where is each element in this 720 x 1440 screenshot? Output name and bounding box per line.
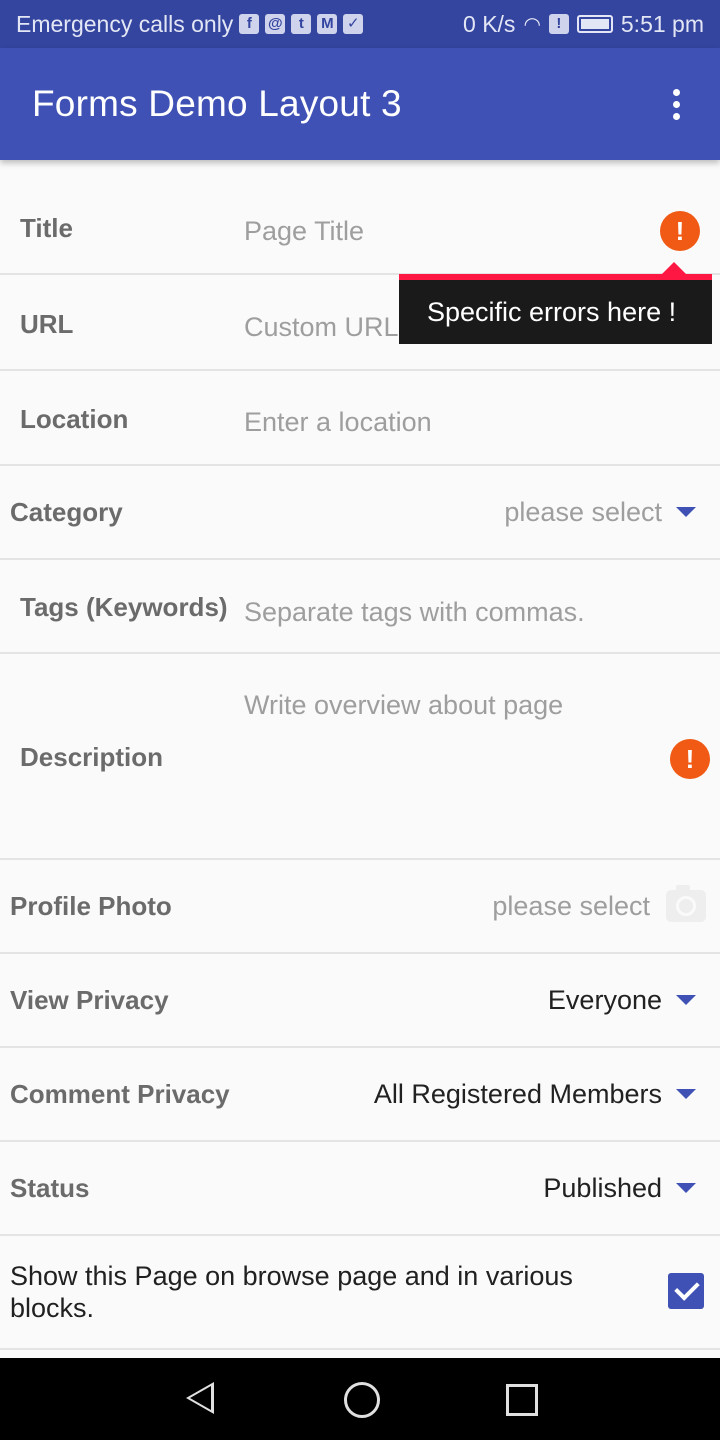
tags-row: Tags (Keywords) Separate tags with comma… xyxy=(0,560,720,654)
category-select[interactable]: please select xyxy=(504,497,662,528)
view-privacy-select[interactable]: Everyone xyxy=(548,985,662,1016)
location-row: Location Enter a location xyxy=(0,371,720,466)
wifi-icon: ◠ xyxy=(523,13,541,36)
app-icon: @ xyxy=(265,14,286,34)
twitter-icon: t xyxy=(291,14,312,34)
status-select[interactable]: Published xyxy=(543,1173,662,1204)
network-speed: 0 K/s xyxy=(463,10,516,37)
carrier-text: Emergency calls only xyxy=(16,10,234,37)
title-label: Title xyxy=(20,213,73,243)
status-label: Status xyxy=(10,1173,90,1203)
comment-privacy-label: Comment Privacy xyxy=(10,1079,230,1109)
clock: 5:51 pm xyxy=(620,10,704,37)
alert-icon: ! xyxy=(548,14,569,34)
tooltip-arrow xyxy=(662,262,686,274)
url-label: URL xyxy=(20,309,74,339)
error-icon[interactable]: ! xyxy=(670,739,710,779)
chevron-down-icon[interactable] xyxy=(676,995,696,1005)
description-row: Description Write overview about page ! xyxy=(0,654,720,860)
show-on-browse-label: Show this Page on browse page and in var… xyxy=(10,1261,573,1323)
comment-privacy-select[interactable]: All Registered Members xyxy=(374,1079,662,1110)
mail-icon: M xyxy=(317,14,338,34)
location-input[interactable]: Enter a location xyxy=(244,407,432,438)
description-input[interactable]: Write overview about page xyxy=(244,690,563,721)
profile-photo-label: Profile Photo xyxy=(10,891,172,921)
camera-icon[interactable] xyxy=(666,885,706,922)
tags-label: Tags (Keywords) xyxy=(20,592,228,622)
error-icon[interactable]: ! xyxy=(660,211,700,251)
status-row[interactable]: Status Published xyxy=(0,1142,720,1236)
category-label: Category xyxy=(10,497,123,527)
check-icon: ✓ xyxy=(343,14,364,34)
comment-privacy-row[interactable]: Comment Privacy All Registered Members xyxy=(0,1048,720,1142)
show-on-browse-checkbox[interactable] xyxy=(668,1273,704,1309)
battery-icon xyxy=(576,15,613,33)
chevron-down-icon[interactable] xyxy=(676,1089,696,1099)
status-bar: Emergency calls only f @ t M ✓ 0 K/s ◠ !… xyxy=(0,0,720,48)
app-title: Forms Demo Layout 3 xyxy=(32,83,402,124)
view-privacy-row[interactable]: View Privacy Everyone xyxy=(0,954,720,1048)
error-tooltip: Specific errors here ! xyxy=(399,274,712,344)
chevron-down-icon[interactable] xyxy=(676,507,696,517)
error-tooltip-text: Specific errors here ! xyxy=(427,296,677,327)
location-label: Location xyxy=(20,404,129,434)
home-icon[interactable] xyxy=(344,1382,380,1418)
tags-input[interactable]: Separate tags with commas. xyxy=(244,597,585,628)
recents-icon[interactable] xyxy=(506,1384,538,1416)
view-privacy-label: View Privacy xyxy=(10,985,169,1015)
nav-bar xyxy=(0,1358,720,1440)
title-row: Title Page Title ! xyxy=(0,180,720,275)
url-input[interactable]: Custom URL xyxy=(244,312,399,343)
back-icon[interactable] xyxy=(186,1382,214,1414)
title-input[interactable]: Page Title xyxy=(244,216,364,247)
category-row[interactable]: Category please select xyxy=(0,466,720,560)
app-bar: Forms Demo Layout 3 xyxy=(0,48,720,160)
profile-photo-select[interactable]: please select xyxy=(492,891,650,922)
more-vert-icon[interactable] xyxy=(664,80,688,128)
chevron-down-icon[interactable] xyxy=(676,1183,696,1193)
profile-photo-row[interactable]: Profile Photo please select xyxy=(0,860,720,954)
facebook-icon: f xyxy=(239,14,260,34)
description-label: Description xyxy=(20,742,164,772)
